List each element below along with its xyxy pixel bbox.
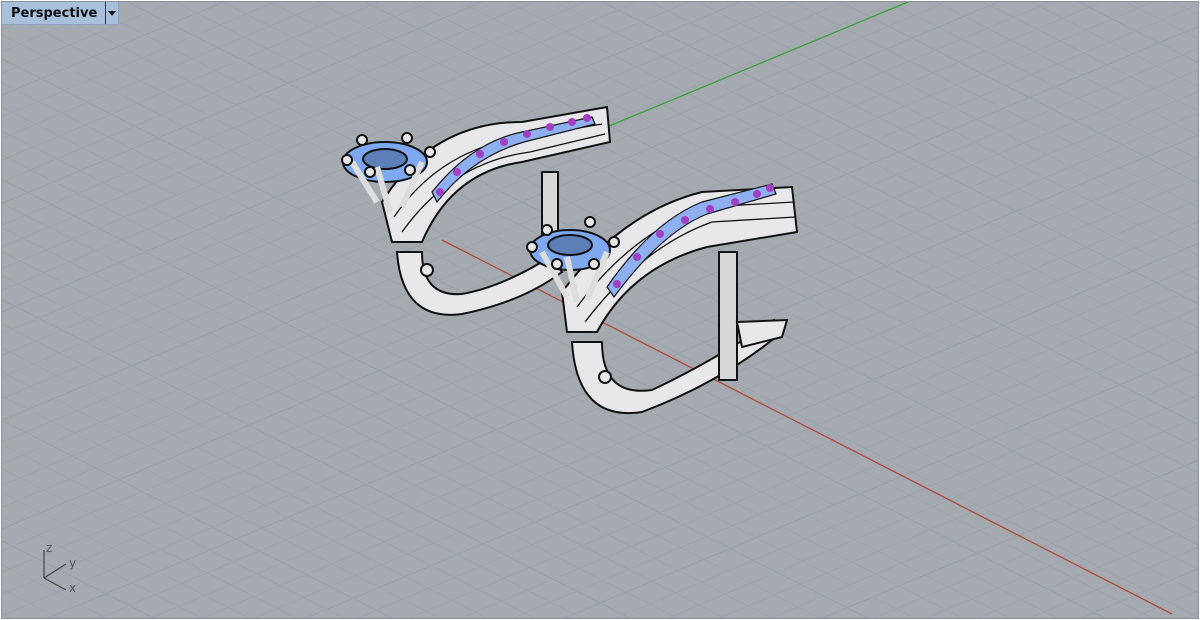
grid-line bbox=[47, 134, 1198, 618]
perspective-viewport[interactable]: z y x Perspective bbox=[1, 1, 1199, 619]
grid-line bbox=[79, 2, 1198, 570]
grid-line bbox=[745, 2, 1198, 232]
grid-line bbox=[888, 2, 1198, 160]
grid-line bbox=[2, 2, 1050, 443]
accent-stone bbox=[546, 123, 554, 131]
viewport-title[interactable]: Perspective bbox=[2, 6, 105, 21]
accent-stone bbox=[583, 114, 591, 122]
grid-line bbox=[2, 444, 345, 618]
grid-line bbox=[2, 492, 250, 618]
grid-line bbox=[2, 419, 392, 618]
axis-z-label: z bbox=[46, 541, 52, 555]
axis-y-label: y bbox=[69, 556, 76, 570]
accent-stone bbox=[613, 280, 621, 288]
grid-line bbox=[1029, 546, 1198, 618]
grid-line bbox=[2, 323, 583, 618]
grid-line bbox=[719, 416, 1198, 618]
grid-line bbox=[222, 2, 1198, 497]
chevron-down-icon[interactable] bbox=[105, 2, 118, 24]
axis-icon bbox=[43, 550, 67, 591]
accent-stone bbox=[681, 216, 689, 224]
accent-stone bbox=[568, 118, 576, 126]
accent-stone bbox=[453, 168, 461, 176]
accent-stone bbox=[753, 190, 761, 198]
grid-line bbox=[1173, 2, 1198, 15]
grid-line bbox=[2, 106, 1010, 618]
grid-line bbox=[202, 199, 1198, 618]
accent-stone bbox=[476, 150, 484, 158]
accent-stone bbox=[656, 230, 664, 238]
grid-line bbox=[1030, 2, 1198, 88]
viewport-title-tab[interactable]: Perspective bbox=[2, 2, 120, 25]
grid-line bbox=[615, 373, 1198, 618]
accent-stone bbox=[706, 205, 714, 213]
grid-line bbox=[412, 2, 1198, 401]
grid-line bbox=[555, 2, 1198, 329]
grid-line bbox=[1125, 2, 1198, 39]
accent-stone bbox=[731, 198, 739, 206]
grid-line bbox=[602, 2, 1198, 305]
grid-line bbox=[770, 438, 1198, 618]
grid-line bbox=[935, 2, 1198, 136]
grid-line bbox=[2, 227, 773, 618]
grid-line bbox=[2, 130, 963, 618]
grid-line bbox=[2, 251, 725, 618]
grid-line bbox=[925, 503, 1198, 618]
accent-stone bbox=[633, 253, 641, 261]
grid-line bbox=[1078, 2, 1198, 64]
grid-line bbox=[2, 178, 868, 618]
grid-line bbox=[667, 395, 1198, 618]
grid-line bbox=[127, 2, 1198, 546]
y-axis-line bbox=[601, 2, 909, 130]
grid-line bbox=[1184, 611, 1198, 618]
grid-line bbox=[2, 540, 155, 618]
axis-x-label: x bbox=[69, 581, 76, 595]
accent-stone bbox=[500, 138, 508, 146]
accent-stone bbox=[523, 130, 531, 138]
grid-line bbox=[2, 2, 379, 161]
grid-line bbox=[2, 396, 440, 618]
grid-line bbox=[2, 2, 999, 421]
accent-stone bbox=[766, 184, 774, 192]
grid-line bbox=[409, 286, 1198, 618]
grid-line bbox=[2, 2, 947, 399]
grid-line bbox=[2, 299, 630, 618]
grid-line bbox=[1132, 590, 1198, 618]
x-axis-line bbox=[441, 239, 1173, 615]
grid-line bbox=[357, 264, 1198, 618]
3d-scene[interactable]: z y x bbox=[2, 2, 1198, 618]
grid-line bbox=[2, 564, 107, 618]
accent-stone bbox=[436, 188, 444, 196]
